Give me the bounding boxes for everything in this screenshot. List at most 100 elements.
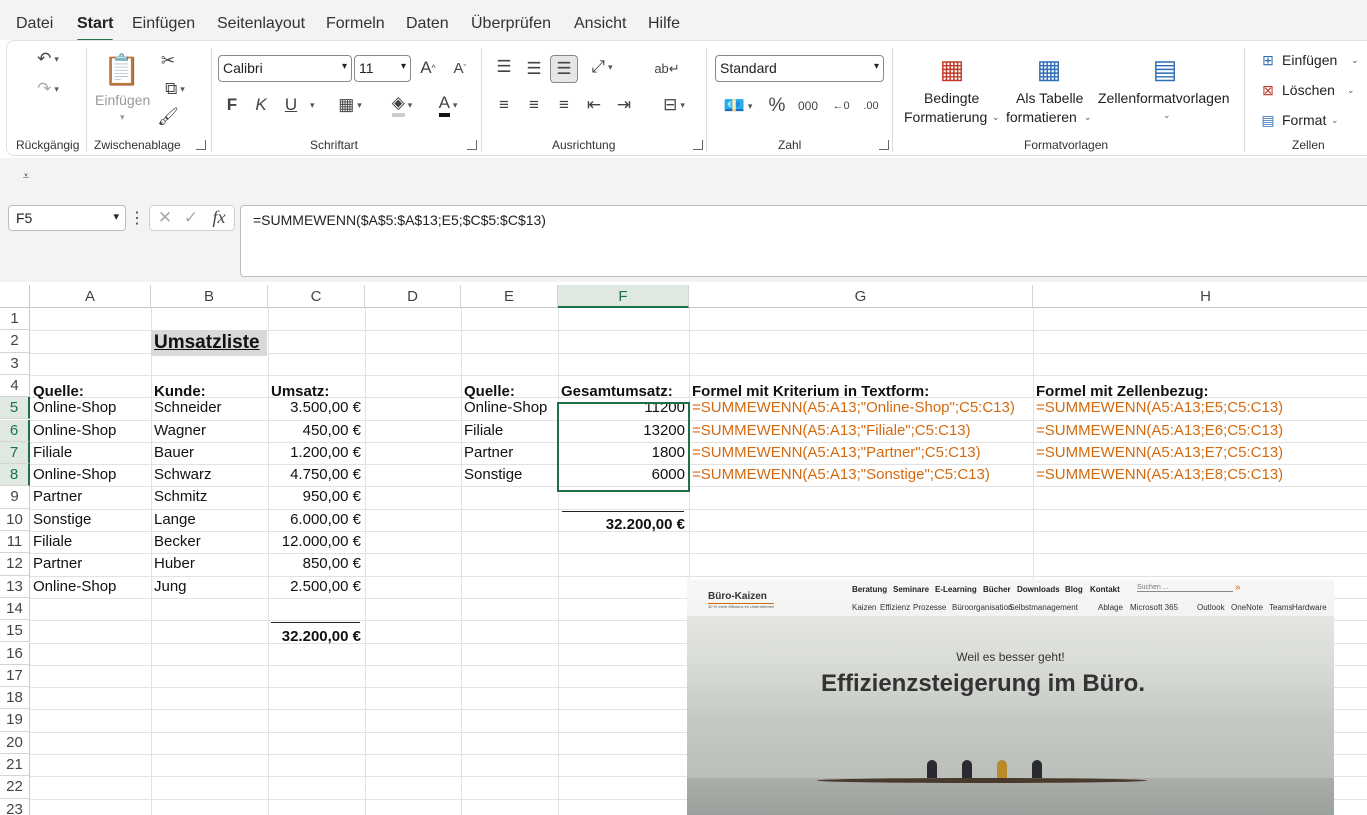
data-cell-source[interactable]: Online-Shop xyxy=(30,397,148,419)
conditional-formatting-label-1[interactable]: Bedingte xyxy=(924,89,979,108)
increase-decimal-icon[interactable]: ←0 xyxy=(829,95,853,117)
conditional-formatting-icon[interactable]: ▦ xyxy=(934,53,970,85)
data-cell-revenue[interactable]: 450,00 € xyxy=(268,420,364,442)
row-header[interactable]: 17 xyxy=(0,664,30,688)
orientation-button[interactable]: ⤢ ▾ xyxy=(584,57,620,77)
column-header-a[interactable]: A xyxy=(30,285,151,308)
align-middle-icon[interactable]: ☰ xyxy=(524,59,544,79)
delete-cells-button[interactable]: Löschen xyxy=(1282,81,1335,100)
summary-cell-source[interactable]: Sonstige xyxy=(461,464,557,486)
paste-icon[interactable]: 📋 xyxy=(103,50,140,90)
bold-button[interactable]: F xyxy=(222,94,242,116)
tab-ueberpruefen[interactable]: Überprüfen xyxy=(471,15,551,33)
paste-button-label[interactable]: Einfügen xyxy=(95,91,150,110)
data-cell-source[interactable]: Sonstige xyxy=(30,509,148,531)
row-header[interactable]: 9 xyxy=(0,486,30,509)
row-header[interactable]: 15 xyxy=(0,620,30,643)
row-header[interactable]: 3 xyxy=(0,352,30,375)
data-cell-source[interactable]: Filiale xyxy=(30,531,148,553)
row-header[interactable]: 20 xyxy=(0,731,30,754)
row-header[interactable]: 21 xyxy=(0,754,30,777)
row-header[interactable]: 8 xyxy=(0,464,30,487)
row-header[interactable]: 23 xyxy=(0,798,30,815)
decrease-font-icon[interactable]: Aˇ xyxy=(448,57,472,79)
chevron-down-icon[interactable]: ⌄ xyxy=(1084,112,1092,123)
summary-cell-text-formula[interactable]: =SUMMEWENN(A5:A13;"Filiale";C5:C13) xyxy=(689,420,1032,442)
thousands-separator-button[interactable]: 000 xyxy=(795,95,821,117)
summary-total-cell[interactable]: 32.200,00 € xyxy=(558,514,688,536)
row-header[interactable]: 4 xyxy=(0,374,30,398)
borders-button[interactable]: ▦ ▾ xyxy=(330,94,370,116)
tab-hilfe[interactable]: Hilfe xyxy=(648,15,680,33)
cancel-icon[interactable]: ✕ xyxy=(156,208,174,228)
cut-icon[interactable]: ✂ xyxy=(155,50,181,72)
column-header-f[interactable]: F xyxy=(558,285,689,308)
column-header-g[interactable]: G xyxy=(689,285,1033,308)
wrap-text-icon[interactable]: ab↵ xyxy=(654,58,679,80)
row-header[interactable]: 12 xyxy=(0,553,30,576)
number-launcher-icon[interactable] xyxy=(879,140,889,150)
align-top-icon[interactable]: ☰ xyxy=(494,57,514,77)
data-cell-source[interactable]: Online-Shop xyxy=(30,576,148,598)
data-cell-source[interactable]: Online-Shop xyxy=(30,464,148,486)
confirm-icon[interactable]: ✓ xyxy=(182,208,200,228)
tab-daten[interactable]: Daten xyxy=(406,15,449,33)
decrease-decimal-icon[interactable]: .00 xyxy=(859,95,883,117)
font-name-select[interactable]: Calibri ▾ xyxy=(218,55,352,82)
data-cell-source[interactable]: Partner xyxy=(30,553,148,575)
data-cell-revenue[interactable]: 4.750,00 € xyxy=(268,464,364,486)
row-header[interactable]: 10 xyxy=(0,508,30,531)
data-cell-source[interactable]: Online-Shop xyxy=(30,420,148,442)
column-header-e[interactable]: E xyxy=(461,285,558,308)
chevron-down-icon[interactable]: ⌄ xyxy=(992,112,1000,123)
data-cell-customer[interactable]: Wagner xyxy=(151,420,266,442)
summary-cell-ref-formula[interactable]: =SUMMEWENN(A5:A13;E7;C5:C13) xyxy=(1033,442,1367,464)
name-box[interactable]: F5 ▾ xyxy=(8,205,126,231)
title-cell[interactable]: Umsatzliste xyxy=(151,330,267,356)
undo-button[interactable]: ↶ ▾ xyxy=(28,48,68,70)
underline-button[interactable]: U xyxy=(281,94,301,116)
data-cell-customer[interactable]: Huber xyxy=(151,553,266,575)
data-cell-revenue[interactable]: 12.000,00 € xyxy=(268,531,364,553)
tab-start[interactable]: Start xyxy=(77,15,114,42)
data-cell-source[interactable]: Partner xyxy=(30,486,148,508)
summary-cell-source[interactable]: Online-Shop xyxy=(461,397,557,419)
accounting-format-button[interactable]: 💶 ▾ xyxy=(718,95,758,117)
data-cell-customer[interactable]: Schmitz xyxy=(151,486,266,508)
row-header[interactable]: 16 xyxy=(0,642,30,665)
format-cells-button[interactable]: Format xyxy=(1282,111,1326,130)
summary-cell-text-formula[interactable]: =SUMMEWENN(A5:A13;"Partner";C5:C13) xyxy=(689,442,1032,464)
data-cell-revenue[interactable]: 1.200,00 € xyxy=(268,442,364,464)
chevron-down-icon[interactable]: ⌄ xyxy=(1331,115,1339,126)
row-header[interactable]: 13 xyxy=(0,575,30,598)
row-header[interactable]: 6 xyxy=(0,419,30,442)
data-cell-customer[interactable]: Lange xyxy=(151,509,266,531)
number-format-select[interactable]: Standard ▾ xyxy=(715,55,884,82)
cell-styles-label[interactable]: Zellenformatvorlagen xyxy=(1098,89,1230,108)
data-cell-source[interactable]: Filiale xyxy=(30,442,148,464)
row-header[interactable]: 18 xyxy=(0,687,30,710)
chevron-down-icon[interactable]: ⌄ xyxy=(1163,110,1171,121)
summary-cell-ref-formula[interactable]: =SUMMEWENN(A5:A13;E8;C5:C13) xyxy=(1033,464,1367,486)
percent-button[interactable]: % xyxy=(766,95,788,117)
select-all-corner[interactable] xyxy=(0,285,30,308)
delete-cells-icon[interactable]: ⊠ xyxy=(1258,80,1278,100)
tab-seitenlayout[interactable]: Seitenlayout xyxy=(217,15,305,33)
customize-quick-access-icon[interactable]: ⩡ xyxy=(18,168,34,184)
summary-cell-text-formula[interactable]: =SUMMEWENN(A5:A13;"Sonstige";C5:C13) xyxy=(689,464,1032,486)
row-header[interactable]: 22 xyxy=(0,776,30,799)
summary-cell-source[interactable]: Partner xyxy=(461,442,557,464)
summary-cell-ref-formula[interactable]: =SUMMEWENN(A5:A13;E6;C5:C13) xyxy=(1033,420,1367,442)
column-header-h[interactable]: H xyxy=(1033,285,1367,308)
tab-ansicht[interactable]: Ansicht xyxy=(574,15,626,33)
decrease-indent-icon[interactable]: ⇤ xyxy=(584,95,604,115)
more-options-icon[interactable]: ⋮ xyxy=(129,208,145,228)
cell-styles-icon[interactable]: ▤ xyxy=(1147,53,1183,85)
tab-einfuegen[interactable]: Einfügen xyxy=(132,15,195,33)
conditional-formatting-label-2[interactable]: Formatierung xyxy=(904,108,987,127)
increase-font-icon[interactable]: A ^ xyxy=(416,57,440,79)
data-cell-revenue[interactable]: 2.500,00 € xyxy=(268,576,364,598)
summary-cell-text-formula[interactable]: =SUMMEWENN(A5:A13;"Online-Shop";C5:C13) xyxy=(689,397,1032,419)
format-cells-icon[interactable]: ▤ xyxy=(1258,110,1278,130)
insert-function-button[interactable]: fx xyxy=(208,207,230,227)
